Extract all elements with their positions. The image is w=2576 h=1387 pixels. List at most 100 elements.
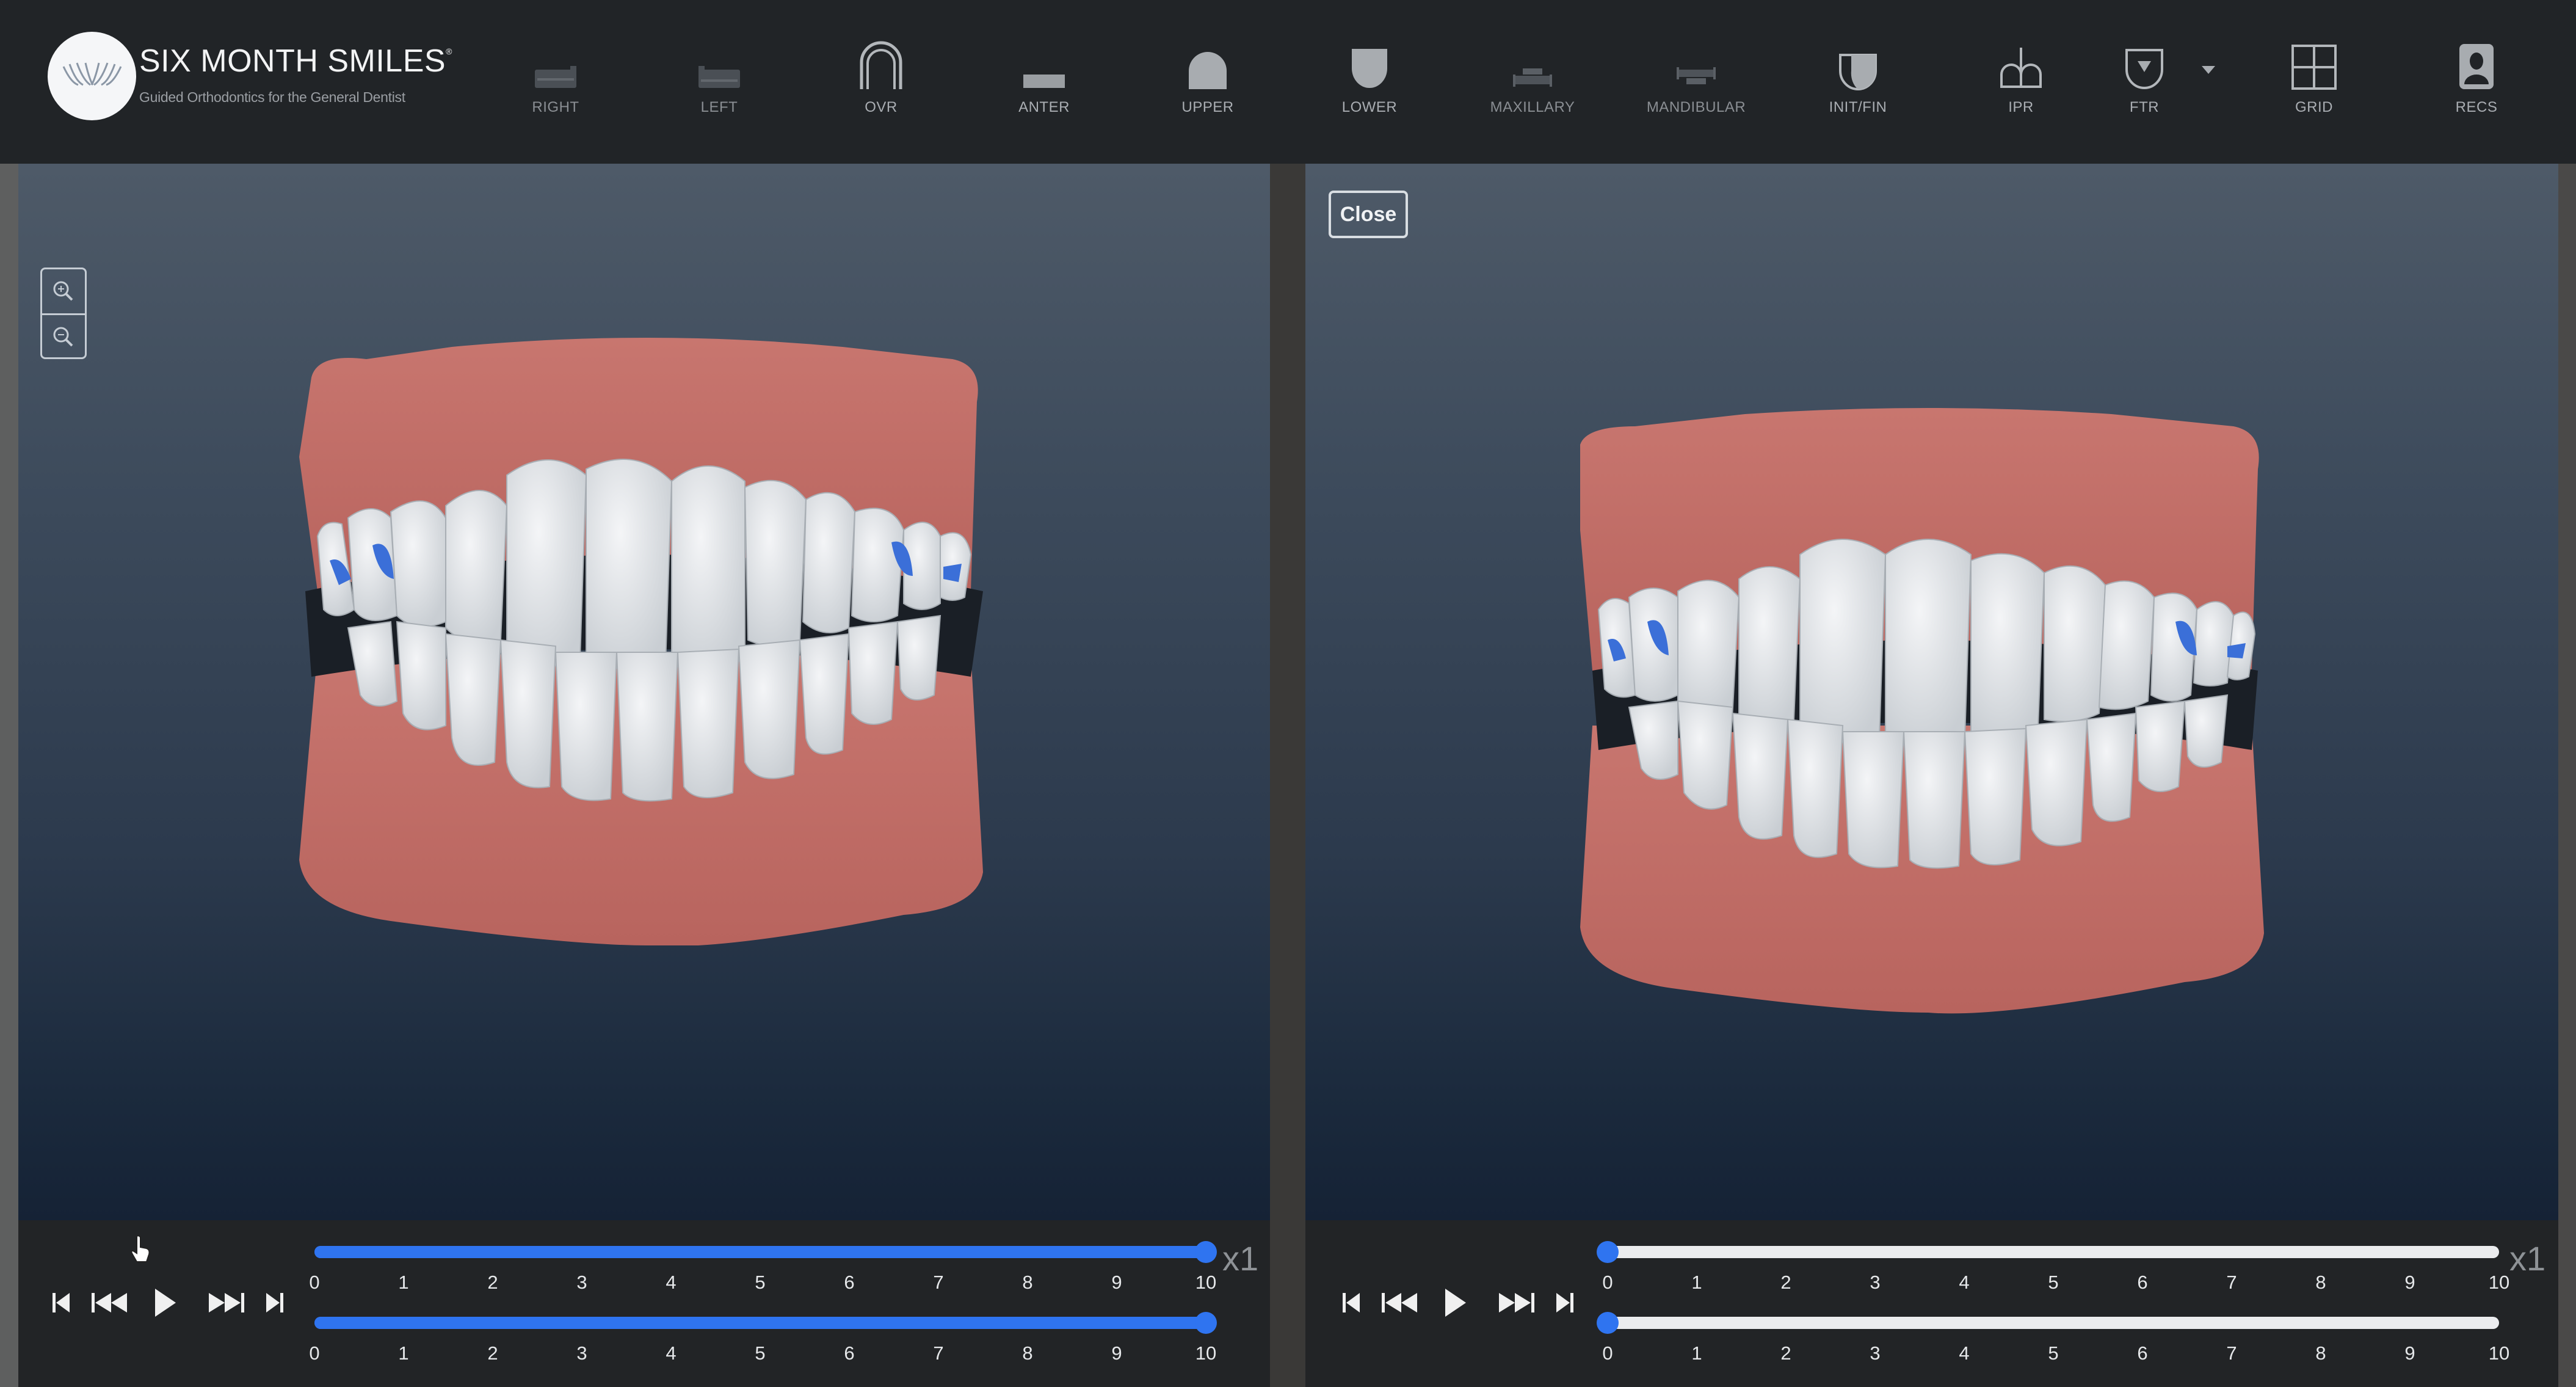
- tick-label: 1: [1691, 1272, 1702, 1293]
- tick-label: 7: [2226, 1342, 2237, 1364]
- tick-label: 4: [666, 1272, 677, 1293]
- slider-thumb[interactable]: [1195, 1241, 1217, 1263]
- tick-label: 6: [844, 1342, 855, 1364]
- skip-start-icon: [53, 1293, 70, 1312]
- dental-model-initial[interactable]: [293, 335, 995, 945]
- lower-arch-icon: [1352, 49, 1387, 88]
- slider-fill: [314, 1317, 1206, 1329]
- tick-label: 5: [2048, 1342, 2059, 1364]
- tick-label: 3: [1870, 1272, 1881, 1293]
- overlay-arch-icon: [860, 41, 902, 89]
- fast-forward-icon: [209, 1293, 244, 1312]
- tick-label: 3: [576, 1342, 587, 1364]
- slider-thumb[interactable]: [1195, 1312, 1217, 1334]
- skip-end-icon: [266, 1293, 283, 1312]
- right-3d-viewport[interactable]: Close: [1305, 164, 2558, 1220]
- left-playback-controls: 0 1 2 3 4 5 6 7 8 9 10 x1 0 1 2 3 4 5 6 7 8 9 10: [18, 1220, 1270, 1387]
- tick-label: 9: [1111, 1272, 1122, 1293]
- tool-mandibular-button[interactable]: MANDIBULAR: [1641, 38, 1751, 117]
- tick-label: 9: [2404, 1272, 2415, 1293]
- tick-label: 7: [933, 1342, 944, 1364]
- step-back-button[interactable]: [85, 1287, 134, 1318]
- tool-anter-button[interactable]: ANTER: [989, 38, 1099, 117]
- tick-label: 5: [755, 1342, 766, 1364]
- play-button[interactable]: [1437, 1287, 1473, 1318]
- playback-speed[interactable]: x1: [1222, 1239, 1258, 1278]
- close-button[interactable]: Close: [1329, 191, 1408, 238]
- tool-maxillary-button[interactable]: MAXILLARY: [1478, 38, 1587, 117]
- tick-label: 2: [1780, 1342, 1791, 1364]
- step-forward-button[interactable]: [201, 1287, 250, 1318]
- tick-label: 4: [1959, 1272, 1970, 1293]
- tick-label: 6: [2137, 1272, 2148, 1293]
- playback-speed[interactable]: x1: [2509, 1239, 2545, 1278]
- upper-arch-stage-slider[interactable]: [314, 1241, 1217, 1263]
- tick-label: 0: [309, 1272, 320, 1293]
- tick-label: 8: [1022, 1272, 1033, 1293]
- zoom-out-icon: [53, 327, 73, 347]
- viewer-splitter[interactable]: [1270, 164, 1305, 1387]
- hand-cursor-icon: [131, 1235, 150, 1262]
- lower-slider-ticks: 0 1 2 3 4 5 6 7 8 9 10: [1602, 1342, 2509, 1367]
- slider-fill: [314, 1246, 1206, 1258]
- tool-left-button[interactable]: LEFT: [664, 38, 774, 117]
- tick-label: 10: [1195, 1272, 1217, 1293]
- rewind-icon: [92, 1293, 127, 1312]
- lower-arch-stage-slider[interactable]: [1597, 1312, 2499, 1334]
- tool-initfin-button[interactable]: INIT/FIN: [1803, 38, 1913, 117]
- tool-ipr-button[interactable]: IPR: [1966, 38, 2076, 117]
- tick-label: 5: [2048, 1272, 2059, 1293]
- tick-label: 6: [2137, 1342, 2148, 1364]
- tick-label: 0: [1602, 1272, 1613, 1293]
- upper-arch-icon: [1189, 52, 1227, 89]
- tool-upper-button[interactable]: UPPER: [1153, 38, 1263, 117]
- dental-model-final[interactable]: [1574, 408, 2276, 1019]
- left-gutter: [0, 164, 18, 1387]
- records-person-icon: [2459, 44, 2494, 89]
- tick-label: 9: [2404, 1342, 2415, 1364]
- tick-label: 4: [1959, 1342, 1970, 1364]
- tool-lower-button[interactable]: LOWER: [1315, 38, 1424, 117]
- tick-label: 10: [2488, 1342, 2510, 1364]
- right-playback-controls: 0 1 2 3 4 5 6 7 8 9 10 x1 0 1 2 3 4 5 6 7 8 9 10: [1305, 1220, 2558, 1387]
- play-button[interactable]: [147, 1287, 183, 1318]
- step-back-button[interactable]: [1376, 1287, 1424, 1318]
- tick-label: 8: [2315, 1342, 2326, 1364]
- tick-label: 10: [2488, 1272, 2510, 1293]
- zoom-in-button[interactable]: [42, 269, 85, 313]
- skip-to-start-button[interactable]: [43, 1287, 79, 1318]
- tool-grid-button[interactable]: GRID: [2259, 38, 2369, 117]
- ftr-shield-icon: [2125, 49, 2163, 89]
- tick-label: 2: [487, 1272, 498, 1293]
- slider-thumb[interactable]: [1597, 1241, 1619, 1263]
- slider-thumb[interactable]: [1597, 1312, 1619, 1334]
- tick-label: 2: [487, 1342, 498, 1364]
- tick-label: 6: [844, 1272, 855, 1293]
- tool-recs-button[interactable]: RECS: [2422, 38, 2531, 117]
- skip-to-start-button[interactable]: [1333, 1287, 1370, 1318]
- teeth-logo-icon: [62, 62, 122, 86]
- ftr-dropdown-caret-icon[interactable]: [2202, 66, 2215, 74]
- upper-arch-stage-slider[interactable]: [1597, 1241, 2499, 1263]
- skip-to-end-button[interactable]: [1547, 1287, 1583, 1318]
- tick-label: 3: [1870, 1342, 1881, 1364]
- tool-ftr-button[interactable]: FTR: [2089, 38, 2199, 117]
- ipr-icon: [2000, 48, 2042, 88]
- tool-right-button[interactable]: RIGHT: [501, 38, 611, 117]
- tick-label: 7: [2226, 1272, 2237, 1293]
- top-toolbar: SIX MONTH SMILES® Guided Orthodontics fo…: [0, 0, 2576, 164]
- step-forward-button[interactable]: [1492, 1287, 1540, 1318]
- tick-label: 8: [2315, 1272, 2326, 1293]
- tick-label: 9: [1111, 1342, 1122, 1364]
- lower-arch-stage-slider[interactable]: [314, 1312, 1217, 1334]
- tick-label: 0: [309, 1342, 320, 1364]
- rewind-icon: [1382, 1293, 1417, 1312]
- left-3d-viewport[interactable]: [18, 164, 1270, 1220]
- skip-to-end-button[interactable]: [256, 1287, 293, 1318]
- tool-ovr-button[interactable]: OVR: [826, 38, 936, 117]
- tick-label: 1: [1691, 1342, 1702, 1364]
- maxillary-icon: [1513, 68, 1552, 87]
- zoom-out-button[interactable]: [42, 315, 85, 359]
- right-scrollbar[interactable]: [2558, 164, 2576, 1387]
- play-icon: [155, 1289, 176, 1317]
